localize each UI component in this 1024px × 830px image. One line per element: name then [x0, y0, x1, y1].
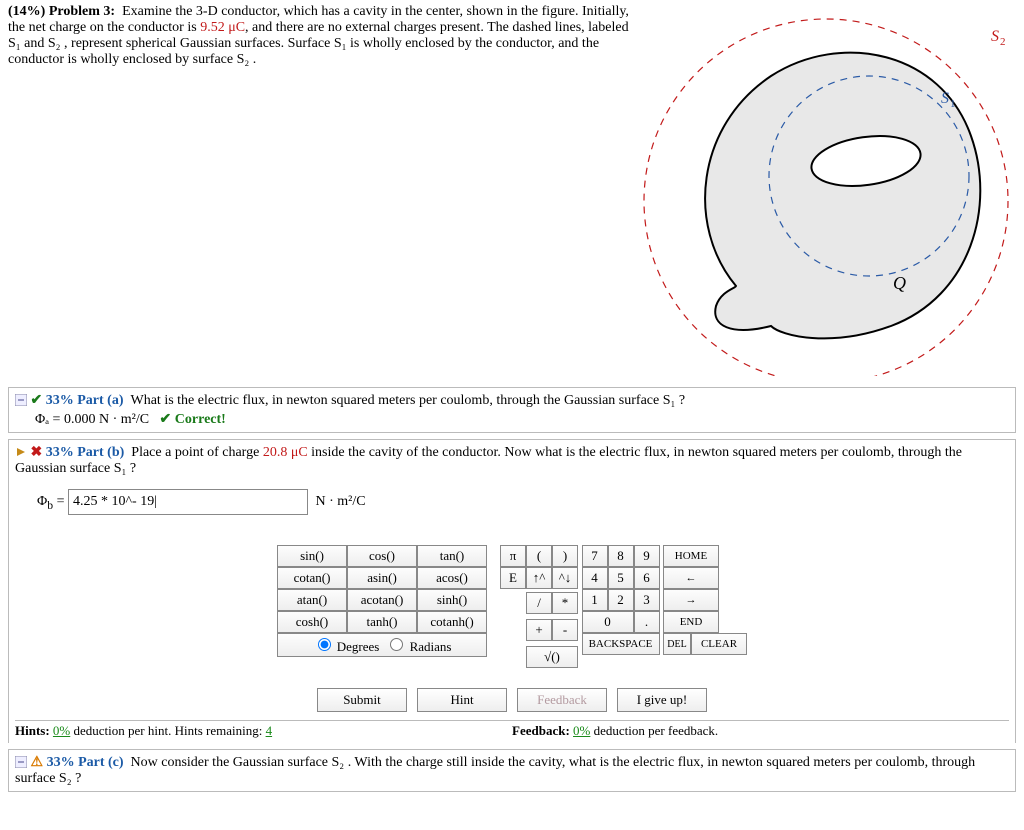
plus-key[interactable]: +	[526, 619, 552, 641]
degrees-radio[interactable]: Degrees	[313, 635, 380, 655]
correct-label: ✔ Correct!	[160, 412, 226, 427]
cotanh-key[interactable]: cotanh()	[417, 611, 487, 633]
cos-key[interactable]: cos()	[347, 545, 417, 567]
warning-icon: ⚠	[31, 755, 44, 770]
svg-text:2: 2	[1000, 36, 1006, 48]
part-c-block: ⚠ 33% Part (c) Now consider the Gaussian…	[8, 749, 1016, 792]
part-b-percent: 33% Part (b)	[46, 445, 125, 460]
collapse-icon2[interactable]	[15, 756, 27, 768]
hint-button[interactable]: Hint	[417, 688, 507, 712]
right-key[interactable]: →	[663, 589, 719, 611]
key-9[interactable]: 9	[634, 545, 660, 567]
pi-key[interactable]: π	[500, 545, 526, 567]
s1-label: S	[941, 90, 949, 107]
answer-input[interactable]	[68, 489, 308, 515]
div-key[interactable]: /	[526, 592, 552, 614]
collapse-icon[interactable]	[15, 394, 27, 406]
key-3[interactable]: 3	[634, 589, 660, 611]
sin-key[interactable]: sin()	[277, 545, 347, 567]
acotan-key[interactable]: acotan()	[347, 589, 417, 611]
sub-key[interactable]: ^↓	[552, 567, 578, 589]
rparen-key[interactable]: )	[552, 545, 578, 567]
tan-key[interactable]: tan()	[417, 545, 487, 567]
radians-radio[interactable]: Radians	[385, 635, 451, 655]
key-5[interactable]: 5	[608, 567, 634, 589]
feedback-info: Feedback: 0% deduction per feedback.	[512, 723, 1009, 739]
giveup-button[interactable]: I give up!	[617, 688, 707, 712]
answer-unit: N · m²/C	[315, 494, 365, 509]
e-key[interactable]: E	[500, 567, 526, 589]
part-c-percent: 33% Part (c)	[47, 755, 124, 770]
q-label: Q	[893, 273, 906, 293]
acos-key[interactable]: acos()	[417, 567, 487, 589]
key-7[interactable]: 7	[582, 545, 608, 567]
s2-label: S	[991, 28, 999, 45]
key-8[interactable]: 8	[608, 545, 634, 567]
sinh-key[interactable]: sinh()	[417, 589, 487, 611]
submit-button[interactable]: Submit	[317, 688, 407, 712]
key-0[interactable]: 0	[582, 611, 634, 633]
atan-key[interactable]: atan()	[277, 589, 347, 611]
problem-statement: (14%) Problem 3: Examine the 3-D conduct…	[8, 4, 631, 381]
part-a-block: ✔ 33% Part (a) What is the electric flux…	[8, 387, 1016, 433]
cotan-key[interactable]: cotan()	[277, 567, 347, 589]
home-key[interactable]: HOME	[663, 545, 719, 567]
backspace-key[interactable]: BACKSPACE	[582, 633, 660, 655]
phi-b-label: Φb =	[37, 494, 64, 509]
part-a-percent: 33% Part (a)	[46, 393, 124, 408]
tanh-key[interactable]: tanh()	[347, 611, 417, 633]
part-c-question: Now consider the Gaussian surface S₂ . W…	[15, 755, 975, 786]
problem-header: (14%) Problem 3:	[8, 4, 115, 19]
end-key[interactable]: END	[663, 611, 719, 633]
check-icon: ✔	[31, 393, 43, 408]
sqrt-key[interactable]: √()	[526, 646, 578, 668]
keypad: sin() cos() tan() cotan() asin() acos() …	[15, 545, 1009, 712]
part-b-block: ✖ 33% Part (b) Place a point of charge 2…	[8, 439, 1016, 743]
feedback-button[interactable]: Feedback	[517, 688, 607, 712]
clear-key[interactable]: CLEAR	[691, 633, 747, 655]
sup-key[interactable]: ↑^	[526, 567, 552, 589]
key-4[interactable]: 4	[582, 567, 608, 589]
lparen-key[interactable]: (	[526, 545, 552, 567]
key-2[interactable]: 2	[608, 589, 634, 611]
conductor-figure: S 1 S 2 Q	[641, 4, 1016, 381]
mul-key[interactable]: *	[552, 592, 578, 614]
hints-info: Hints: 0% deduction per hint. Hints rema…	[15, 723, 512, 739]
expand-icon[interactable]	[15, 446, 27, 458]
left-key[interactable]: ←	[663, 567, 719, 589]
x-icon: ✖	[31, 445, 43, 460]
key-dot[interactable]: .	[634, 611, 660, 633]
asin-key[interactable]: asin()	[347, 567, 417, 589]
del-key[interactable]: DEL	[663, 633, 691, 655]
key-6[interactable]: 6	[634, 567, 660, 589]
minus-key[interactable]: -	[552, 619, 578, 641]
part-a-question: What is the electric flux, in newton squ…	[131, 393, 686, 408]
part-a-answer: Φₐ = 0.000 N · m²/C	[35, 412, 149, 427]
key-1[interactable]: 1	[582, 589, 608, 611]
svg-text:1: 1	[950, 98, 956, 110]
cosh-key[interactable]: cosh()	[277, 611, 347, 633]
